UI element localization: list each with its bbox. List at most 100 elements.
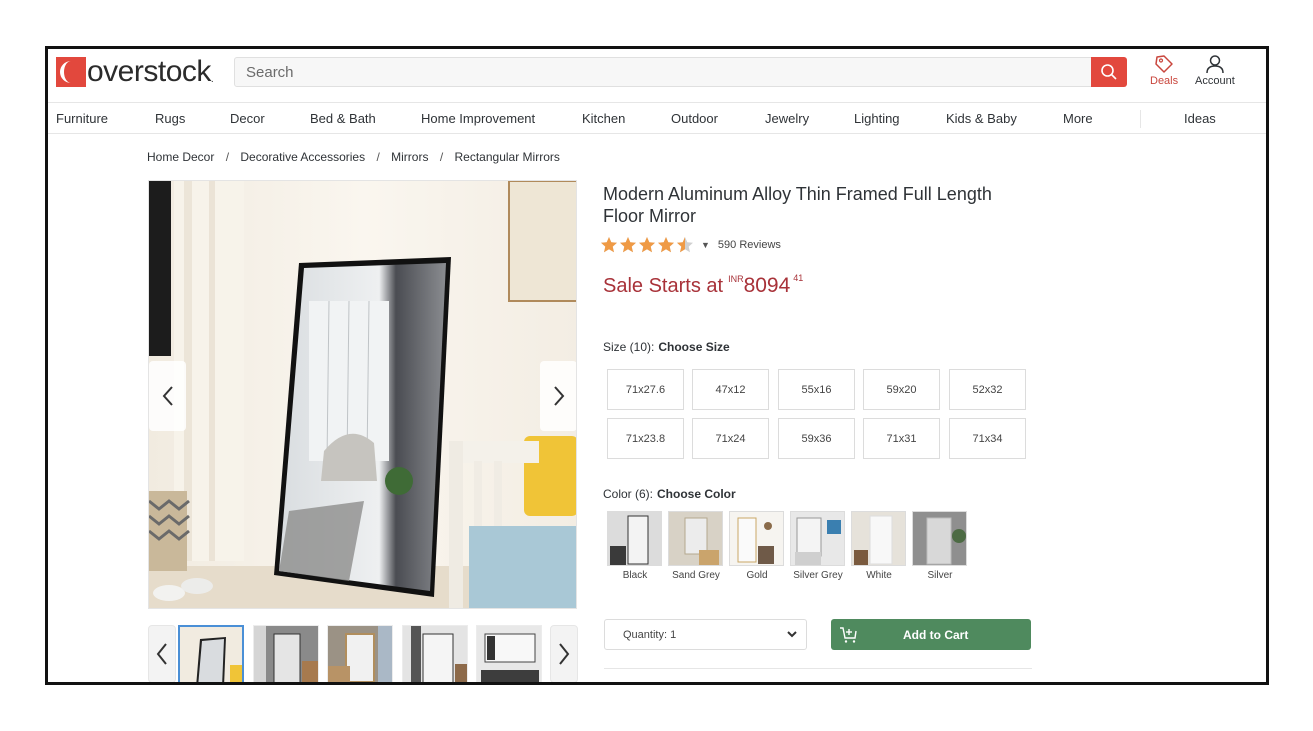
- breadcrumb-home-decor[interactable]: Home Decor: [147, 150, 214, 164]
- swatch-image: [730, 512, 783, 565]
- nav-item-kids-baby[interactable]: Kids & Baby: [946, 111, 1017, 126]
- logo-suffix: .: [210, 74, 214, 85]
- chevron-down-icon: [787, 631, 797, 638]
- breadcrumb-mirrors[interactable]: Mirrors: [391, 150, 428, 164]
- overstock-logo[interactable]: overstock .: [56, 55, 214, 89]
- chevron-left-icon: [162, 386, 173, 406]
- price-whole: 8094: [743, 274, 791, 297]
- thumbnail-image: [403, 626, 467, 682]
- color-option-gold[interactable]: Gold: [729, 511, 785, 583]
- site-header: overstock . Deals Account: [48, 49, 1266, 103]
- swatch-image: [608, 512, 661, 565]
- color-option-sand-grey[interactable]: Sand Grey: [668, 511, 724, 583]
- thumbnail-image: [328, 626, 392, 682]
- size-option[interactable]: 71x23.8: [607, 418, 684, 459]
- product-main-image[interactable]: [148, 180, 577, 609]
- price-lead: Sale Starts at: [603, 275, 724, 297]
- size-option[interactable]: 71x27.6: [607, 369, 684, 410]
- size-option[interactable]: 71x31: [863, 418, 940, 459]
- swatch-image: [669, 512, 722, 565]
- mirror-room-photo: [149, 181, 576, 608]
- price-tag-icon: [1155, 55, 1173, 73]
- nav-item-more[interactable]: More: [1063, 111, 1093, 126]
- thumbnail-1[interactable]: [178, 625, 244, 682]
- nav-item-bed-bath[interactable]: Bed & Bath: [310, 111, 376, 126]
- breadcrumb-separator: /: [225, 150, 230, 164]
- size-option[interactable]: 71x24: [692, 418, 769, 459]
- color-option-silver-grey[interactable]: Silver Grey: [790, 511, 846, 583]
- thumbnail-5[interactable]: [476, 625, 542, 682]
- chevron-right-icon: [559, 643, 570, 665]
- gallery-prev-button[interactable]: [149, 361, 186, 431]
- thumbnail-2[interactable]: [253, 625, 319, 682]
- add-to-cart-button[interactable]: Add to Cart: [831, 619, 1031, 650]
- size-option[interactable]: 59x36: [778, 418, 855, 459]
- star-rating: [600, 236, 695, 254]
- star-icon: [677, 237, 693, 253]
- search-icon: [1101, 64, 1117, 80]
- thumbnail-image: [477, 626, 541, 682]
- color-option-silver[interactable]: Silver: [912, 511, 968, 583]
- swatch-image: [852, 512, 905, 565]
- deals-label: Deals: [1150, 75, 1179, 87]
- section-divider: [604, 668, 1032, 669]
- account-button[interactable]: Account: [1195, 54, 1235, 87]
- star-icon: [620, 237, 636, 253]
- thumbnail-image: [254, 626, 318, 682]
- thumbnail-next-button[interactable]: [550, 625, 578, 682]
- nav-item-home-improvement[interactable]: Home Improvement: [421, 111, 535, 126]
- user-icon: [1206, 55, 1224, 74]
- size-prompt: Choose Size: [658, 340, 730, 354]
- search-input[interactable]: [235, 58, 1113, 86]
- reviews-count[interactable]: 590 Reviews: [718, 239, 781, 251]
- nav-item-jewelry[interactable]: Jewelry: [765, 111, 809, 126]
- size-option[interactable]: 52x32: [949, 369, 1026, 410]
- caret-down-icon: ▼: [701, 240, 710, 250]
- search-field[interactable]: [234, 57, 1114, 87]
- thumbnail-3[interactable]: [327, 625, 393, 682]
- color-prompt: Choose Color: [657, 487, 736, 501]
- rating-summary[interactable]: ▼ 590 Reviews: [600, 236, 781, 254]
- chevron-left-icon: [156, 643, 167, 665]
- quantity-select[interactable]: Quantity: 1: [604, 619, 807, 650]
- nav-item-outdoor[interactable]: Outdoor: [671, 111, 718, 126]
- size-label: Size (10): Choose Size: [603, 340, 730, 354]
- nav-item-rugs[interactable]: Rugs: [155, 111, 185, 126]
- star-icon: [601, 237, 617, 253]
- star-icon: [639, 237, 655, 253]
- browser-viewport: overstock . Deals Account: [45, 46, 1269, 685]
- logo-mark-icon: [56, 57, 86, 87]
- size-option[interactable]: 59x20: [863, 369, 940, 410]
- add-to-cart-label: Add to Cart: [903, 627, 969, 642]
- size-option[interactable]: 47x12: [692, 369, 769, 410]
- color-count: Color (6):: [603, 487, 654, 501]
- breadcrumb-separator: /: [439, 150, 444, 164]
- gallery-next-button[interactable]: [540, 361, 576, 431]
- cart-add-icon: [840, 626, 857, 643]
- nav-item-kitchen[interactable]: Kitchen: [582, 111, 625, 126]
- thumbnail-prev-button[interactable]: [148, 625, 176, 682]
- thumbnail-4[interactable]: [402, 625, 468, 682]
- size-count: Size (10):: [603, 340, 655, 354]
- deals-button[interactable]: Deals: [1150, 54, 1178, 87]
- thumbnail-strip: [148, 625, 580, 682]
- account-label: Account: [1195, 75, 1235, 87]
- breadcrumb-decorative-accessories[interactable]: Decorative Accessories: [240, 150, 365, 164]
- nav-item-decor[interactable]: Decor: [230, 111, 265, 126]
- size-option[interactable]: 71x34: [949, 418, 1026, 459]
- breadcrumb: Home Decor / Decorative Accessories / Mi…: [147, 150, 560, 164]
- nav-item-ideas[interactable]: Ideas: [1184, 111, 1216, 126]
- nav-divider: [1140, 110, 1141, 128]
- nav-item-furniture[interactable]: Furniture: [56, 111, 108, 126]
- price-currency: INR: [728, 274, 744, 284]
- nav-item-lighting[interactable]: Lighting: [854, 111, 900, 126]
- star-icon: [658, 237, 674, 253]
- size-option[interactable]: 55x16: [778, 369, 855, 410]
- swatch-image: [913, 512, 966, 565]
- breadcrumb-separator: /: [376, 150, 380, 164]
- color-option-black[interactable]: Black: [607, 511, 663, 583]
- chevron-right-icon: [553, 386, 564, 406]
- search-button[interactable]: [1091, 57, 1127, 87]
- breadcrumb-rectangular-mirrors[interactable]: Rectangular Mirrors: [455, 150, 560, 164]
- color-option-white[interactable]: White: [851, 511, 907, 583]
